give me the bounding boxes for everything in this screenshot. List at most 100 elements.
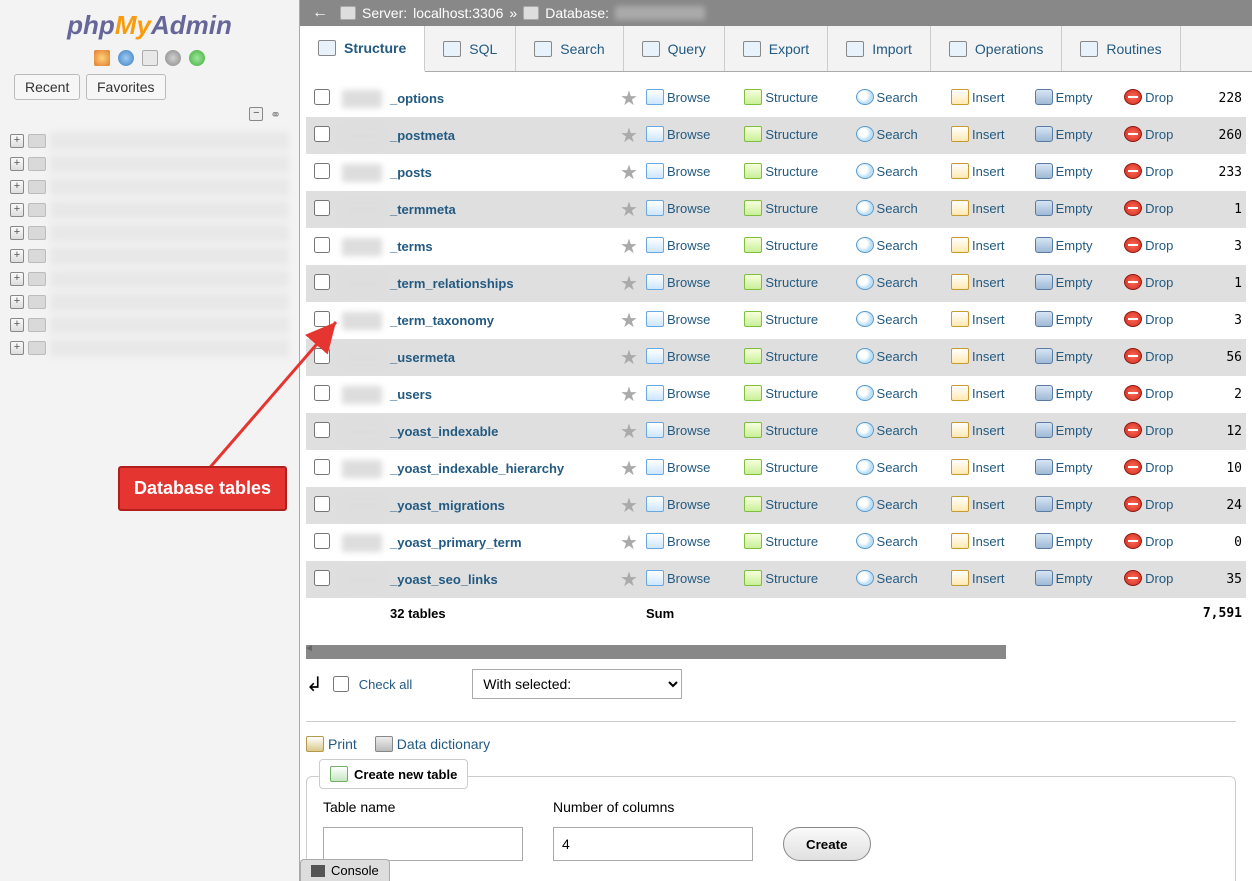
search-action[interactable]: Search xyxy=(856,422,918,438)
insert-action[interactable]: Insert xyxy=(951,459,1005,475)
browse-action[interactable]: Browse xyxy=(646,163,710,179)
browse-action[interactable]: Browse xyxy=(646,496,710,512)
tab-import[interactable]: Import xyxy=(828,26,931,71)
expand-icon[interactable]: + xyxy=(10,318,24,332)
expand-icon[interactable]: + xyxy=(10,134,24,148)
tab-structure[interactable]: Structure xyxy=(300,26,425,72)
table-name-link[interactable]: _yoast_indexable xyxy=(390,424,498,439)
structure-action[interactable]: Structure xyxy=(744,348,818,364)
search-action[interactable]: Search xyxy=(856,533,918,549)
tab-export[interactable]: Export xyxy=(725,26,828,71)
tab-routines[interactable]: Routines xyxy=(1062,26,1180,71)
horizontal-scrollbar[interactable] xyxy=(306,645,1006,659)
drop-action[interactable]: Drop xyxy=(1124,459,1173,475)
browse-action[interactable]: Browse xyxy=(646,348,710,364)
phpmyadmin-logo[interactable]: phpMyAdmin xyxy=(0,0,299,47)
insert-action[interactable]: Insert xyxy=(951,496,1005,512)
tree-item[interactable] xyxy=(50,247,289,265)
structure-action[interactable]: Structure xyxy=(744,385,818,401)
insert-action[interactable]: Insert xyxy=(951,385,1005,401)
row-checkbox[interactable] xyxy=(314,459,330,475)
insert-action[interactable]: Insert xyxy=(951,348,1005,364)
check-all-link[interactable]: Check all xyxy=(359,677,412,692)
browse-action[interactable]: Browse xyxy=(646,274,710,290)
data-dictionary-link[interactable]: Data dictionary xyxy=(375,736,490,752)
row-checkbox[interactable] xyxy=(314,311,330,327)
search-action[interactable]: Search xyxy=(856,348,918,364)
with-selected-dropdown[interactable]: With selected: xyxy=(472,669,682,699)
browse-action[interactable]: Browse xyxy=(646,311,710,327)
insert-action[interactable]: Insert xyxy=(951,237,1005,253)
empty-action[interactable]: Empty xyxy=(1035,237,1093,253)
tab-query[interactable]: Query xyxy=(624,26,725,71)
structure-action[interactable]: Structure xyxy=(744,459,818,475)
drop-action[interactable]: Drop xyxy=(1124,163,1173,179)
expand-icon[interactable]: + xyxy=(10,180,24,194)
tree-item[interactable] xyxy=(50,201,289,219)
empty-action[interactable]: Empty xyxy=(1035,385,1093,401)
tab-search[interactable]: Search xyxy=(516,26,623,71)
expand-icon[interactable]: + xyxy=(10,272,24,286)
search-action[interactable]: Search xyxy=(856,89,918,105)
search-action[interactable]: Search xyxy=(856,237,918,253)
table-name-link[interactable]: _yoast_migrations xyxy=(390,498,505,513)
structure-action[interactable]: Structure xyxy=(744,200,818,216)
print-link[interactable]: Print xyxy=(306,736,357,752)
search-action[interactable]: Search xyxy=(856,459,918,475)
table-name-link[interactable]: _terms xyxy=(390,239,433,254)
empty-action[interactable]: Empty xyxy=(1035,570,1093,586)
favorite-star-icon[interactable]: ★ xyxy=(620,532,638,554)
browse-action[interactable]: Browse xyxy=(646,533,710,549)
console-toggle[interactable]: Console xyxy=(300,859,390,881)
tree-item[interactable] xyxy=(50,224,289,242)
tree-item[interactable] xyxy=(50,155,289,173)
tree-item[interactable] xyxy=(50,178,289,196)
tree-item[interactable] xyxy=(50,316,289,334)
favorite-star-icon[interactable]: ★ xyxy=(620,88,638,110)
browse-action[interactable]: Browse xyxy=(646,385,710,401)
table-name-link[interactable]: _yoast_indexable_hierarchy xyxy=(390,461,564,476)
row-checkbox[interactable] xyxy=(314,89,330,105)
tab-sql[interactable]: SQL xyxy=(425,26,516,71)
reload-icon[interactable] xyxy=(189,50,205,66)
row-checkbox[interactable] xyxy=(314,496,330,512)
empty-action[interactable]: Empty xyxy=(1035,274,1093,290)
row-checkbox[interactable] xyxy=(314,274,330,290)
table-name-link[interactable]: _usermeta xyxy=(390,350,455,365)
search-action[interactable]: Search xyxy=(856,274,918,290)
tree-item[interactable] xyxy=(50,339,289,357)
insert-action[interactable]: Insert xyxy=(951,533,1005,549)
table-name-link[interactable]: _termmeta xyxy=(390,202,456,217)
insert-action[interactable]: Insert xyxy=(951,89,1005,105)
empty-action[interactable]: Empty xyxy=(1035,533,1093,549)
empty-action[interactable]: Empty xyxy=(1035,459,1093,475)
search-action[interactable]: Search xyxy=(856,126,918,142)
structure-action[interactable]: Structure xyxy=(744,533,818,549)
row-checkbox[interactable] xyxy=(314,200,330,216)
drop-action[interactable]: Drop xyxy=(1124,422,1173,438)
breadcrumb-db-name[interactable] xyxy=(615,6,705,20)
structure-action[interactable]: Structure xyxy=(744,570,818,586)
drop-action[interactable]: Drop xyxy=(1124,126,1173,142)
empty-action[interactable]: Empty xyxy=(1035,311,1093,327)
table-name-link[interactable]: _options xyxy=(390,91,444,106)
browse-action[interactable]: Browse xyxy=(646,570,710,586)
favorite-star-icon[interactable]: ★ xyxy=(620,421,638,443)
insert-action[interactable]: Insert xyxy=(951,163,1005,179)
favorite-star-icon[interactable]: ★ xyxy=(620,125,638,147)
row-checkbox[interactable] xyxy=(314,422,330,438)
empty-action[interactable]: Empty xyxy=(1035,496,1093,512)
check-all-checkbox[interactable] xyxy=(333,676,349,692)
insert-action[interactable]: Insert xyxy=(951,274,1005,290)
expand-icon[interactable]: + xyxy=(10,249,24,263)
browse-action[interactable]: Browse xyxy=(646,89,710,105)
sidebar-tab-recent[interactable]: Recent xyxy=(14,74,80,100)
structure-action[interactable]: Structure xyxy=(744,126,818,142)
search-action[interactable]: Search xyxy=(856,385,918,401)
structure-action[interactable]: Structure xyxy=(744,89,818,105)
structure-action[interactable]: Structure xyxy=(744,422,818,438)
drop-action[interactable]: Drop xyxy=(1124,200,1173,216)
drop-action[interactable]: Drop xyxy=(1124,237,1173,253)
structure-action[interactable]: Structure xyxy=(744,163,818,179)
favorite-star-icon[interactable]: ★ xyxy=(620,384,638,406)
